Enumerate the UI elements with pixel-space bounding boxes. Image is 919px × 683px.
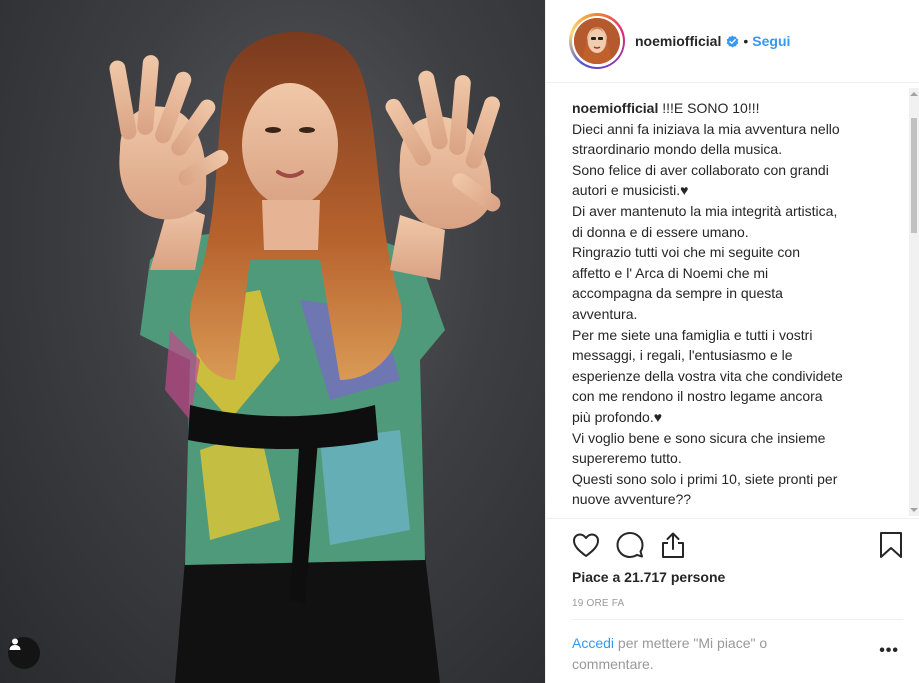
likes-count[interactable]: Piace a 21.717 persone: [572, 569, 725, 585]
scrollbar-thumb[interactable]: [911, 118, 917, 233]
post-timestamp[interactable]: 19 ORE FA: [572, 598, 624, 609]
scroll-up-arrow-icon[interactable]: [910, 92, 918, 96]
heart-icon[interactable]: [572, 532, 600, 558]
action-bar: [572, 528, 903, 562]
caption-line: nuove avventure??: [572, 491, 692, 508]
caption-line: esperienze della vostra vita che condivi…: [572, 367, 843, 384]
bookmark-icon[interactable]: [879, 531, 903, 559]
caption-line: Vi voglio bene e sono sicura che insieme: [572, 429, 826, 446]
caption-line: autori e musicisti.♥: [572, 182, 689, 199]
caption-line: Di aver mantenuto la mia integrità artis…: [572, 202, 838, 219]
login-link[interactable]: Accedi: [572, 635, 614, 651]
post-side-panel: noemiofficial • Segui noemiofficial !!!E…: [545, 0, 919, 683]
caption-line: Dieci anni fa iniziava la mia avventura …: [572, 120, 840, 137]
caption-line: più profondo.♥: [572, 408, 663, 425]
caption: noemiofficial !!!E SONO 10!!! Dieci anni…: [546, 88, 919, 510]
caption-line: affetto e l' Arca di Noemi che mi: [572, 264, 769, 281]
instagram-post: noemiofficial • Segui noemiofficial !!!E…: [0, 0, 919, 683]
comment-login-prompt: Accedi per mettere "Mi piace" o commenta…: [572, 633, 822, 675]
caption-line: Per me siete una famiglia e tutti i vost…: [572, 326, 813, 343]
comment-icon[interactable]: [616, 531, 644, 559]
scroll-down-arrow-icon[interactable]: [910, 508, 918, 512]
caption-line: avventura.: [572, 305, 638, 322]
caption-line: messaggi, i regali, l'entusiasmo e le: [572, 347, 793, 364]
avatar[interactable]: [569, 13, 625, 69]
caption-line: noemiofficial !!!E SONO 10!!!: [572, 100, 760, 116]
more-options-button[interactable]: •••: [879, 642, 899, 660]
user-tag-icon[interactable]: [8, 637, 40, 669]
caption-line: Questi sono solo i primi 10, siete pront…: [572, 470, 838, 487]
caption-line: con me rendono il nostro legame ancora: [572, 388, 823, 405]
caption-scroll-area[interactable]: noemiofficial !!!E SONO 10!!! Dieci anni…: [546, 88, 919, 516]
share-icon[interactable]: [660, 531, 686, 559]
photo-illustration: [109, 31, 501, 683]
separator-dot: •: [743, 33, 749, 49]
caption-username[interactable]: noemiofficial: [572, 100, 658, 116]
caption-line: Ringrazio tutti voi che mi seguite con: [572, 244, 800, 261]
username[interactable]: noemiofficial: [635, 33, 721, 49]
caption-line: straordinario mondo della musica.: [572, 141, 783, 158]
caption-scrollbar[interactable]: [909, 88, 919, 516]
post-photo[interactable]: [0, 0, 545, 683]
comment-bar: Accedi per mettere "Mi piace" o commenta…: [572, 619, 903, 682]
follow-button[interactable]: Segui: [752, 33, 790, 49]
post-header: noemiofficial • Segui: [546, 0, 919, 83]
verified-badge-icon: [726, 35, 739, 48]
caption-line: supereremo tutto.: [572, 450, 682, 467]
actions-divider: [546, 518, 919, 519]
caption-line: accompagna da sempre in questa: [572, 285, 783, 302]
caption-line: di donna e di essere umano.: [572, 223, 749, 240]
caption-line: Sono felice di aver collaborato con gran…: [572, 161, 829, 178]
